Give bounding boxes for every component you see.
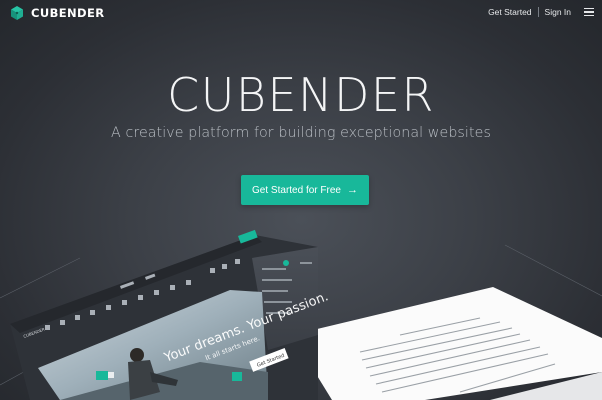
hero-subtitle: A creative platform for building excepti…: [111, 125, 491, 141]
panel-toggle: [283, 260, 289, 266]
document-page: [292, 287, 602, 400]
mockup-widget-green: [96, 371, 108, 380]
nav-divider: [537, 7, 539, 17]
get-started-free-button[interactable]: Get Started for Free →: [241, 175, 369, 205]
mockup-widget-green-2: [232, 372, 242, 381]
arrow-right-icon: →: [346, 184, 358, 196]
hamburger-menu-icon[interactable]: [584, 7, 594, 17]
brand-name: CUBENDER: [31, 6, 105, 20]
cta-label: Get Started for Free: [252, 184, 341, 196]
top-nav: CUBENDER Get Started Sign In: [0, 0, 602, 26]
hero-title: CUBENDER: [167, 68, 435, 122]
nav-actions: Get Started Sign In: [488, 7, 594, 17]
cube-logo-icon: [11, 6, 23, 20]
editor-mockup: Your dreams. Your passion. It all starts…: [10, 229, 602, 400]
logo[interactable]: CUBENDER: [9, 5, 104, 21]
sign-in-link[interactable]: Sign In: [545, 7, 571, 17]
get-started-link[interactable]: Get Started: [488, 7, 531, 17]
